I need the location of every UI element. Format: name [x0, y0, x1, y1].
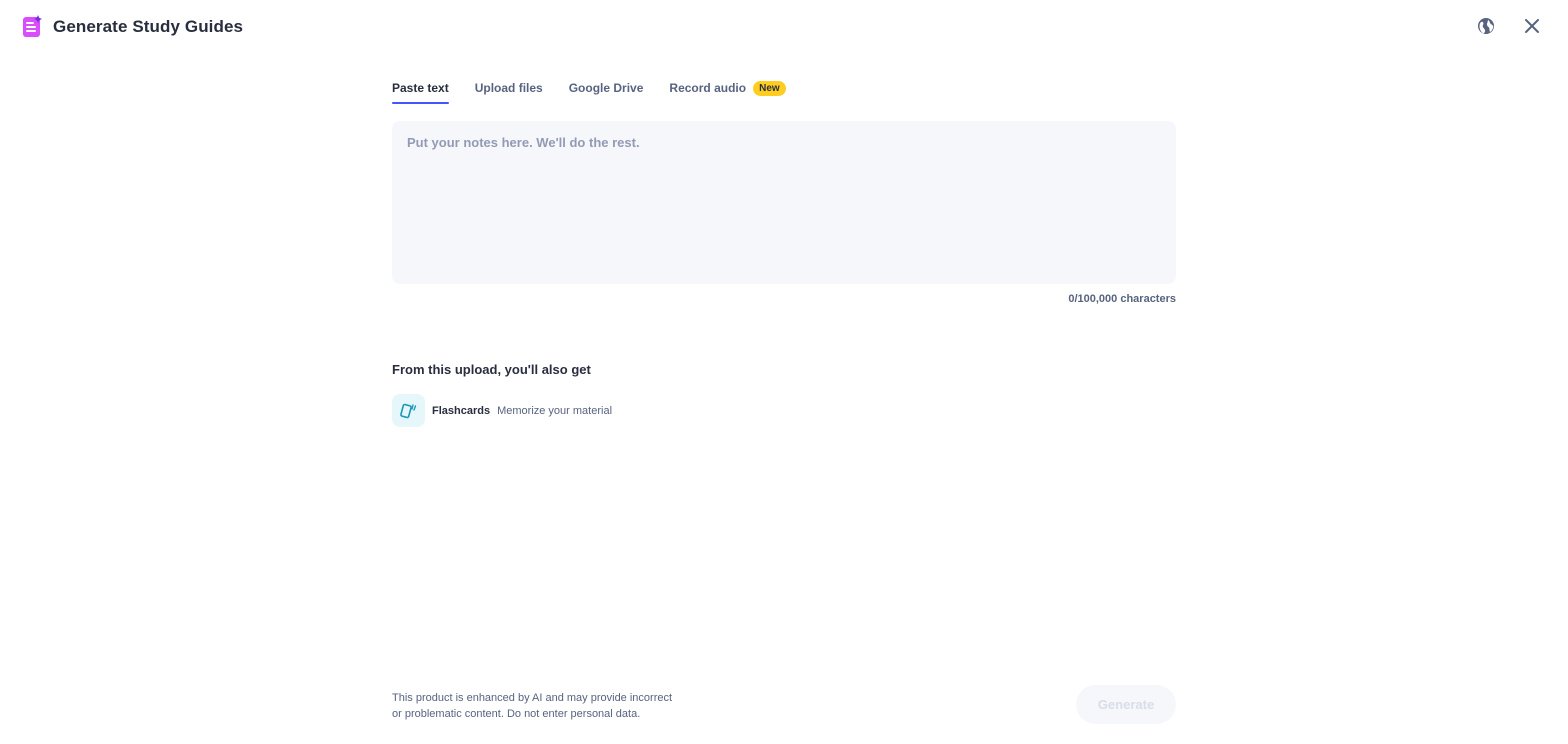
close-icon: [1525, 19, 1539, 33]
tab-label: Record audio: [669, 81, 747, 95]
disclaimer-line: or problematic content. Do not enter per…: [392, 708, 641, 720]
character-count: 0/100,000 characters: [1068, 293, 1176, 305]
notes-box: [392, 121, 1176, 284]
tab-paste-text[interactable]: Paste text: [392, 80, 449, 104]
flashcards-icon: [392, 394, 425, 427]
flashcards-feature: Flashcards Memorize your material: [392, 394, 612, 427]
source-tabs: Paste text Upload files Google Drive Rec…: [392, 80, 812, 106]
also-get-heading: From this upload, you'll also get: [392, 362, 591, 377]
ai-disclaimer: This product is enhanced by AI and may p…: [392, 690, 712, 722]
tab-upload-files[interactable]: Upload files: [475, 80, 543, 104]
study-guide-icon: [23, 15, 42, 37]
feature-description: Memorize your material: [497, 404, 613, 417]
tab-label: Upload files: [474, 81, 543, 95]
tab-google-drive[interactable]: Google Drive: [569, 80, 644, 104]
tab-label: Paste text: [392, 81, 449, 95]
tab-label: Google Drive: [568, 81, 644, 95]
notes-input[interactable]: [392, 121, 1176, 284]
new-badge: New: [753, 81, 786, 96]
disclaimer-line: This product is enhanced by AI and may p…: [392, 692, 673, 704]
tab-record-audio[interactable]: Record audio New: [669, 80, 786, 104]
globe-icon: [1478, 18, 1494, 34]
feature-name: Flashcards: [432, 404, 491, 417]
generate-button[interactable]: Generate: [1076, 685, 1176, 724]
page-title: Generate Study Guides: [53, 17, 244, 36]
language-globe-button[interactable]: [1473, 13, 1499, 39]
close-button[interactable]: [1519, 13, 1545, 39]
